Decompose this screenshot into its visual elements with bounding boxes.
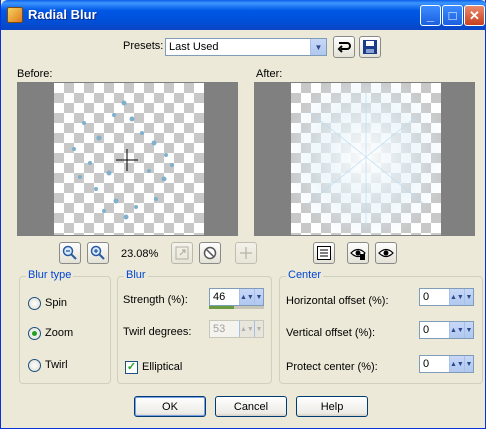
app-icon <box>7 7 23 23</box>
horizontal-offset-value: 0 <box>423 291 430 303</box>
strength-input[interactable]: 46 ▲▼ ▼ <box>209 288 264 306</box>
resize-arrow-icon <box>175 246 189 260</box>
radio-twirl[interactable] <box>28 359 41 372</box>
spin-label: Spin <box>45 297 68 309</box>
move-cross-icon <box>240 247 252 259</box>
reset-preset-button[interactable] <box>333 36 355 58</box>
checkmark-icon: ✓ <box>126 361 137 373</box>
protect-center-input[interactable]: 0 ▲▼ ▼ <box>419 355 474 373</box>
protect-center-label: Protect center (%): <box>286 361 378 373</box>
zoom-out-button[interactable] <box>59 242 81 264</box>
vertical-offset-input[interactable]: 0 ▲▼ ▼ <box>419 321 474 339</box>
strength-label: Strength (%): <box>123 294 188 306</box>
ok-button[interactable]: OK <box>134 396 206 417</box>
spin-up-down-icon[interactable]: ▲▼ <box>449 289 464 305</box>
stars-image <box>72 100 174 220</box>
elliptical-checkbox[interactable]: ✓ <box>125 361 138 374</box>
cancel-button[interactable]: Cancel <box>215 396 287 417</box>
radial-blur-dialog: Radial Blur _ □ ✕ Presets: Last Used ▼ B… <box>0 0 486 429</box>
proof-button[interactable] <box>313 242 335 264</box>
twirl-label: Twirl <box>45 359 68 371</box>
blurred-image <box>291 83 441 235</box>
presets-dropdown[interactable]: Last Used ▼ <box>165 38 327 56</box>
list-view-icon <box>317 246 331 260</box>
horizontal-offset-label: Horizontal offset (%): <box>286 295 389 307</box>
center-title: Center <box>286 269 324 281</box>
blur-title: Blur <box>124 269 148 281</box>
magnifier-zoom-in-icon <box>90 245 105 260</box>
horizontal-offset-input[interactable]: 0 ▲▼ ▼ <box>419 288 474 306</box>
zoom-to-100-button[interactable] <box>171 242 193 264</box>
no-symbol-magnifier-icon <box>203 246 217 260</box>
minimize-button[interactable]: _ <box>420 5 441 26</box>
radio-zoom[interactable] <box>28 327 41 340</box>
close-button[interactable]: ✕ <box>464 5 485 26</box>
lock-preview-button[interactable] <box>347 242 369 264</box>
twirl-degrees-label: Twirl degrees: <box>123 326 192 338</box>
after-preview <box>254 82 475 236</box>
twirl-degrees-input: 53 ▲▼ ▼ <box>209 320 264 338</box>
vertical-offset-value: 0 <box>423 324 430 336</box>
help-button[interactable]: Help <box>296 396 368 417</box>
reset-arrow-icon <box>337 42 351 53</box>
save-disk-icon <box>363 40 377 54</box>
navigate-button[interactable] <box>199 242 221 264</box>
before-label: Before: <box>17 68 53 80</box>
zoom-level: 23.08% <box>121 248 159 260</box>
strength-slider[interactable] <box>209 306 264 309</box>
window-title: Radial Blur <box>28 7 97 22</box>
spin-up-down-icon: ▲▼ <box>239 321 254 337</box>
chevron-down-icon[interactable]: ▼ <box>463 356 473 372</box>
elliptical-label: Elliptical <box>142 361 183 373</box>
protect-center-value: 0 <box>423 358 430 370</box>
magnifier-zoom-out-icon <box>62 245 77 260</box>
chevron-down-icon[interactable]: ▼ <box>253 289 263 305</box>
save-preset-button[interactable] <box>359 36 381 58</box>
strength-slider-fill <box>209 306 235 309</box>
presets-value: Last Used <box>169 41 219 53</box>
zoom-in-button[interactable] <box>87 242 109 264</box>
before-preview[interactable] <box>17 82 238 236</box>
eye-lock-icon <box>350 248 366 260</box>
pan-button[interactable] <box>235 242 257 264</box>
blur-type-title: Blur type <box>26 269 74 281</box>
presets-label: Presets: <box>123 40 164 52</box>
strength-value: 46 <box>213 291 226 303</box>
chevron-down-icon: ▼ <box>253 321 263 337</box>
spin-up-down-icon[interactable]: ▲▼ <box>239 289 254 305</box>
twirl-degrees-value: 53 <box>213 323 226 335</box>
vertical-offset-label: Vertical offset (%): <box>286 327 376 339</box>
spin-up-down-icon[interactable]: ▲▼ <box>449 356 464 372</box>
chevron-down-icon[interactable]: ▼ <box>463 322 473 338</box>
spin-up-down-icon[interactable]: ▲▼ <box>449 322 464 338</box>
eye-icon <box>378 248 394 258</box>
chevron-down-icon[interactable]: ▼ <box>463 289 473 305</box>
maximize-button[interactable]: □ <box>442 5 463 26</box>
title-bar[interactable]: Radial Blur _ □ ✕ <box>1 0 486 30</box>
chevron-down-icon[interactable]: ▼ <box>310 39 326 55</box>
zoom-label: Zoom <box>45 327 74 339</box>
after-label: After: <box>256 68 283 80</box>
auto-proof-button[interactable] <box>375 242 397 264</box>
radio-spin[interactable] <box>28 297 41 310</box>
